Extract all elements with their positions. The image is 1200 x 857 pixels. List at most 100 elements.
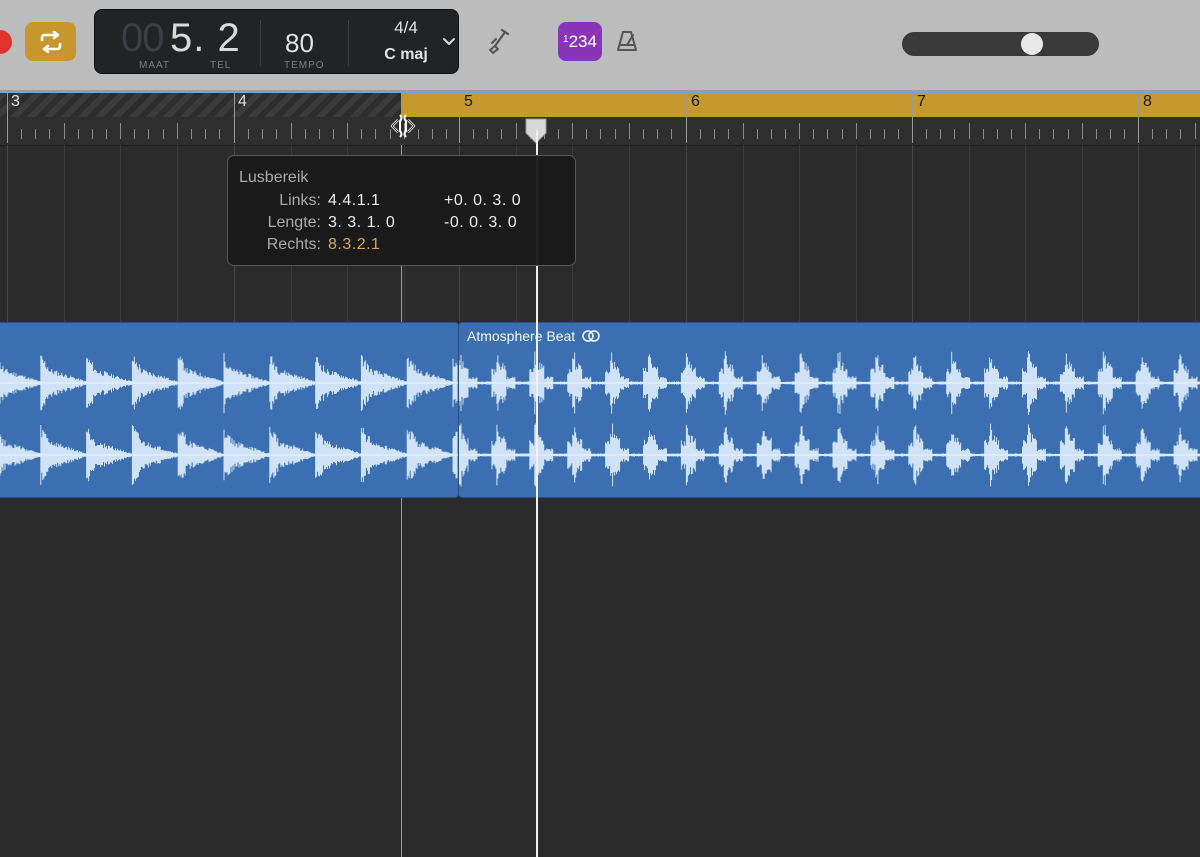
ruler-tick — [106, 129, 107, 139]
ruler-tick — [657, 129, 658, 139]
ruler-tick — [418, 129, 419, 139]
lcd-display[interactable]: 00 5. 2 MAAT TEL 80 TEMPO 4/4 C maj — [94, 9, 459, 74]
ruler-tick — [1011, 129, 1012, 139]
tuner-icon[interactable] — [484, 28, 514, 56]
grid-line — [64, 145, 65, 322]
grid-line — [743, 145, 744, 322]
ruler-tick — [49, 129, 50, 139]
cycle-region[interactable] — [401, 93, 1200, 117]
bar-ruler[interactable]: 3 4 5 6 7 8 — [0, 91, 1200, 146]
ruler-tick — [842, 129, 843, 139]
grid-line — [912, 145, 913, 322]
master-volume-slider[interactable] — [902, 32, 1099, 56]
ruler-tick — [799, 123, 800, 139]
ruler-tick — [163, 129, 164, 139]
ruler-tick — [305, 129, 306, 139]
ruler-tick — [940, 129, 941, 139]
ruler-tick — [1053, 129, 1054, 139]
ruler-tick — [1180, 129, 1181, 139]
loop-icon — [582, 330, 600, 342]
ruler-tick — [1068, 129, 1069, 139]
ruler-tick — [1082, 123, 1083, 139]
tooltip-left-value: 4.4.1.1 — [328, 192, 381, 209]
ruler-tick — [1110, 129, 1111, 139]
ruler-tick — [134, 129, 135, 139]
volume-knob[interactable] — [1021, 33, 1043, 55]
ruler-tick — [1025, 123, 1026, 139]
grid-line — [686, 145, 687, 322]
region-name: Atmosphere Beat — [467, 328, 576, 344]
ruler-tick — [501, 129, 502, 139]
grid-line — [856, 145, 857, 322]
tooltip-left-delta: +0. 0. 3. 0 — [444, 192, 522, 209]
grid-line — [1082, 145, 1083, 322]
ruler-tick — [926, 129, 927, 139]
chevron-down-icon[interactable] — [442, 36, 456, 48]
region-title: Atmosphere Beat — [467, 328, 601, 344]
tempo-label: TEMPO — [284, 60, 325, 71]
bar-number-6: 6 — [691, 93, 700, 110]
cycle-inactive-area[interactable] — [0, 93, 401, 117]
time-signature[interactable]: 4/4 — [377, 18, 435, 38]
ruler-tick — [1166, 129, 1167, 139]
audio-region-atmosphere-beat[interactable]: Atmosphere Beat — [458, 322, 1200, 498]
grid-line — [1138, 145, 1139, 322]
ruler-tick — [148, 129, 149, 139]
grid-line — [1195, 145, 1196, 322]
ruler-tick — [827, 129, 828, 139]
ruler-tick — [92, 129, 93, 139]
count-in-button[interactable]: 1 234 — [558, 22, 602, 61]
ruler-tick — [714, 129, 715, 139]
ruler-tick — [856, 123, 857, 139]
ruler-tick — [1039, 129, 1040, 139]
ruler-tick — [629, 123, 630, 139]
ruler-tick — [276, 129, 277, 139]
bar-number-4: 4 — [238, 93, 247, 110]
position-leading-zeros: 00 — [121, 16, 164, 60]
ruler-tick — [700, 129, 701, 139]
ruler-tick — [558, 129, 559, 139]
count-in-big: 234 — [568, 31, 597, 51]
grid-line — [1025, 145, 1026, 322]
ruler-tick — [572, 123, 573, 139]
ruler-tick — [898, 129, 899, 139]
cycle-resize-handle-icon[interactable] — [388, 112, 418, 140]
ruler-tick — [671, 129, 672, 139]
bar-label: MAAT — [139, 60, 171, 71]
ruler-tick — [1096, 129, 1097, 139]
ruler-tick — [78, 129, 79, 139]
cycle-button[interactable] — [25, 22, 76, 61]
key-signature[interactable]: C maj — [361, 46, 451, 64]
ruler-tick — [21, 129, 22, 139]
ruler-tick — [785, 129, 786, 139]
ruler-tick — [205, 129, 206, 139]
ruler-tick — [375, 129, 376, 139]
record-button[interactable] — [0, 30, 12, 54]
ruler-tick — [64, 123, 65, 139]
metronome-icon[interactable] — [615, 29, 639, 53]
tooltip-right-value: 8.3.2.1 — [328, 236, 381, 253]
ruler-tick — [771, 129, 772, 139]
ruler-tick — [954, 129, 955, 139]
grid-line — [120, 145, 121, 322]
beat-label: TEL — [210, 60, 232, 71]
ruler-tick — [319, 129, 320, 139]
bar-number-7: 7 — [917, 93, 926, 110]
ruler-tick — [219, 129, 220, 139]
ruler-tick — [432, 129, 433, 139]
waveform-channel-1 — [459, 351, 1200, 415]
ruler-tick — [983, 129, 984, 139]
ruler-tick — [757, 129, 758, 139]
tempo-value[interactable]: 80 — [285, 28, 314, 59]
control-bar: 00 5. 2 MAAT TEL 80 TEMPO 4/4 C maj 1 23… — [0, 0, 1200, 91]
bar-number-3: 3 — [11, 93, 20, 110]
ruler-tick — [600, 129, 601, 139]
tooltip-title: Lusbereik — [239, 169, 309, 186]
grid-line — [799, 145, 800, 322]
ruler-tick — [516, 123, 517, 139]
tooltip-length-label: Lengte: — [267, 214, 321, 231]
audio-region-left[interactable] — [0, 322, 459, 498]
ruler-tick — [743, 123, 744, 139]
ruler-tick — [177, 123, 178, 139]
ruler-tick — [586, 129, 587, 139]
